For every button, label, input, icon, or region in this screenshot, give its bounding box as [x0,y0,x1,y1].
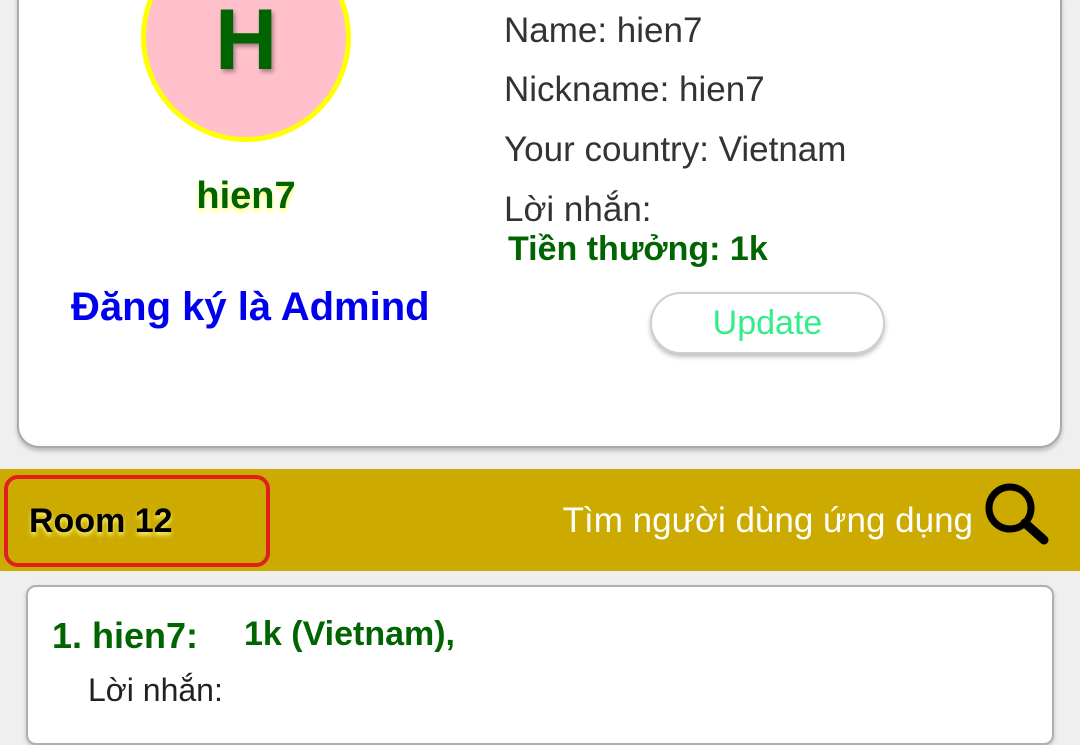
room-bar: Room 12 Tìm người dùng ứng dụng [0,469,1080,571]
profile-card: H hien7 Đăng ký là Admind Name: hien7 Ni… [17,0,1062,448]
room-label[interactable]: Room 12 [4,475,270,567]
reward-line: Tiền thưởng: 1k [508,230,768,268]
message-line: Lời nhắn: [504,190,652,229]
update-button[interactable]: Update [650,292,885,354]
search-users-label[interactable]: Tìm người dùng ứng dụng [563,501,973,541]
user-rank-detail: 1k (Vietnam), [244,615,456,653]
profile-username: hien7 [196,175,296,217]
user-message: Lời nhắn: [88,672,223,708]
search-icon[interactable] [980,478,1052,550]
user-rank-name: 1. hien7: [52,615,199,656]
register-admin-link[interactable]: Đăng ký là Admind [71,285,430,330]
avatar-letter: H [214,0,278,88]
name-line: Name: hien7 [504,11,703,50]
user-list-item[interactable]: 1. hien7: 1k (Vietnam), Lời nhắn: [26,585,1054,745]
avatar[interactable]: H [141,0,351,142]
nickname-line: Nickname: hien7 [504,70,765,109]
country-line: Your country: Vietnam [504,130,847,169]
